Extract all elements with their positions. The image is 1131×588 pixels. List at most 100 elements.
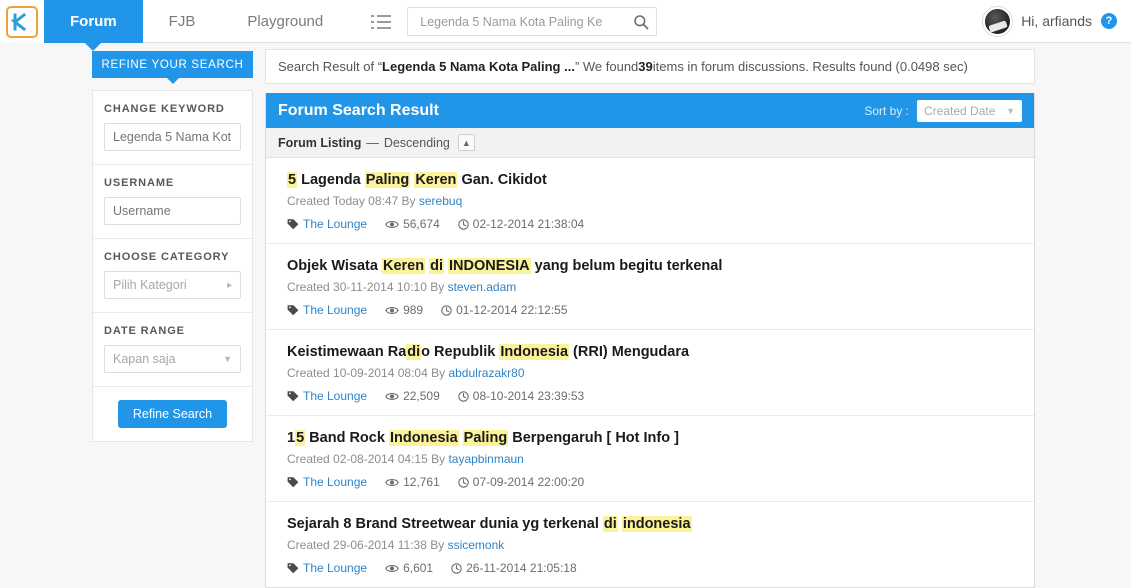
result-category-link[interactable]: The Lounge [303, 303, 367, 317]
user-greeting[interactable]: Hi, arfiands [1021, 13, 1092, 29]
result-meta-row: The Lounge 12,761 07-09-2014 22:00:20 [287, 475, 1022, 489]
refine-your-search-tab[interactable]: REFINE YOUR SEARCH [92, 51, 253, 84]
refine-sidebar: REFINE YOUR SEARCH CHANGE KEYWORD USERNA… [92, 51, 253, 442]
result-timestamp: 01-12-2014 22:12:55 [441, 303, 568, 317]
result-created-line: Created 10-09-2014 08:04 By abdulrazakr8… [287, 366, 1022, 380]
result-views: 12,761 [385, 475, 440, 489]
sort-by-label: Sort by : [864, 103, 909, 118]
result-category[interactable]: The Lounge [287, 475, 367, 489]
tag-icon [287, 218, 299, 230]
logo-box [6, 5, 38, 38]
result-category-link[interactable]: The Lounge [303, 217, 367, 231]
result-views: 6,601 [385, 561, 433, 575]
forum-listing-bar: Forum Listing — Descending ▲ [266, 128, 1034, 158]
site-logo[interactable] [0, 0, 44, 43]
chevron-up-icon[interactable]: ▲ [457, 134, 475, 151]
result-author-link[interactable]: abdulrazakr80 [448, 366, 524, 380]
result-category[interactable]: The Lounge [287, 303, 367, 317]
result-row[interactable]: Objek Wisata Keren di INDONESIA yang bel… [266, 244, 1034, 330]
choose-category-label: CHOOSE CATEGORY [104, 251, 230, 263]
username-label: USERNAME [104, 177, 175, 189]
result-timestamp: 02-12-2014 21:38:04 [458, 217, 584, 231]
result-views: 989 [385, 303, 423, 317]
nav-tab-forum[interactable]: Forum [44, 0, 143, 51]
tag-icon [287, 476, 299, 488]
refine-search-button[interactable]: Refine Search [117, 400, 228, 428]
highlighted-term: di [429, 258, 444, 274]
result-views-count: 989 [403, 303, 424, 317]
result-created-text: Created 29-06-2014 11:38 By [287, 538, 448, 552]
title-text: Keistimewaan Ra [287, 344, 407, 360]
title-text: Berpengaruh [ Hot Info ] [508, 430, 679, 446]
search-icon[interactable] [632, 13, 650, 31]
avatar[interactable] [983, 6, 1013, 36]
results-title: Forum Search Result [278, 101, 439, 119]
filter-group-date-range: DATE RANGE Kapan saja ▼ [93, 313, 252, 387]
result-category[interactable]: The Lounge [287, 561, 367, 575]
result-category[interactable]: The Lounge [287, 217, 367, 231]
title-text: Band Rock [305, 430, 389, 446]
category-list-icon[interactable] [371, 9, 397, 35]
result-views: 22,509 [385, 389, 440, 403]
choose-category-select[interactable]: Pilih Kategori ▸ [104, 271, 241, 299]
result-row[interactable]: Keistimewaan Radio Republik Indonesia (R… [266, 330, 1034, 416]
result-row[interactable]: Sejarah 8 Brand Streetwear dunia yg terk… [266, 502, 1034, 587]
header-search-box[interactable] [407, 7, 658, 36]
clock-icon [458, 390, 469, 402]
result-title[interactable]: 15 Band Rock Indonesia Paling Berpengaru… [287, 429, 1022, 447]
result-views: 56,674 [385, 217, 440, 231]
username-input[interactable] [104, 197, 241, 225]
clock-icon [441, 304, 452, 316]
date-range-select[interactable]: Kapan saja ▼ [104, 345, 241, 373]
results-header: Forum Search Result Sort by : Created Da… [266, 93, 1034, 128]
result-title[interactable]: 5 Lagenda Paling Keren Gan. Cikidot [287, 171, 1022, 189]
tag-icon [287, 562, 299, 574]
nav-tab-playground[interactable]: Playground [221, 0, 349, 43]
result-row[interactable]: 15 Band Rock Indonesia Paling Berpengaru… [266, 416, 1034, 502]
change-keyword-label: CHANGE KEYWORD [104, 103, 225, 115]
result-author-link[interactable]: steven.adam [448, 280, 517, 294]
highlighted-term: Paling [462, 430, 509, 446]
result-category[interactable]: The Lounge [287, 389, 367, 403]
top-navigation-bar: Forum FJB Playground Hi, arfiands ? [0, 0, 1131, 51]
forum-listing-label: Forum Listing [278, 135, 362, 150]
result-timestamp-value: 08-10-2014 23:39:53 [472, 389, 585, 403]
highlighted-term: Keren [414, 172, 458, 188]
result-author-link[interactable]: ssicemonk [448, 538, 505, 552]
result-meta-row: The Lounge 6,601 26-11-2014 21:05:18 [287, 561, 1022, 575]
result-timestamp-value: 01-12-2014 22:12:55 [456, 303, 568, 317]
result-title[interactable]: Sejarah 8 Brand Streetwear dunia yg terk… [287, 515, 1022, 533]
chevron-right-icon: ▸ [226, 279, 232, 291]
tag-icon [287, 304, 299, 316]
header-user-area: Hi, arfiands ? [983, 0, 1131, 42]
result-author-link[interactable]: tayapbinmaun [448, 452, 523, 466]
result-category-link[interactable]: The Lounge [303, 561, 367, 575]
search-input[interactable] [418, 13, 633, 30]
change-keyword-input[interactable] [104, 123, 241, 151]
result-created-line: Created 02-08-2014 04:15 By tayapbinmaun [287, 452, 1022, 466]
highlighted-term: INDONESIA [448, 258, 531, 274]
result-created-text: Created Today 08:47 By [287, 194, 419, 208]
summary-count: 39 [638, 59, 653, 74]
result-row[interactable]: 5 Lagenda Paling Keren Gan. Cikidot Creat… [266, 158, 1034, 244]
result-author-link[interactable]: serebuq [419, 194, 462, 208]
eye-icon [385, 477, 399, 488]
refine-tab-label: REFINE YOUR SEARCH [101, 58, 244, 71]
result-timestamp-value: 26-11-2014 21:05:18 [466, 561, 577, 575]
highlighted-term: Paling [364, 172, 411, 188]
header-search-area [371, 0, 658, 43]
nav-tab-fjb[interactable]: FJB [143, 0, 222, 43]
help-icon[interactable]: ? [1101, 13, 1117, 29]
result-title[interactable]: Keistimewaan Radio Republik Indonesia (R… [287, 343, 1022, 361]
eye-icon [385, 563, 399, 574]
result-created-text: Created 02-08-2014 04:15 By [287, 452, 449, 466]
sort-by-select[interactable]: Created Date ▼ [917, 99, 1022, 122]
result-created-line: Created Today 08:47 By serebuq [287, 194, 1022, 208]
refine-panel: CHANGE KEYWORD USERNAME CHOOSE CATEGORY … [92, 90, 253, 442]
nav-tab-playground-label: Playground [247, 13, 324, 30]
chevron-down-icon: ▼ [1006, 105, 1015, 116]
result-category-link[interactable]: The Lounge [303, 389, 367, 403]
result-title[interactable]: Objek Wisata Keren di INDONESIA yang bel… [287, 257, 1022, 275]
filter-group-change-keyword: CHANGE KEYWORD [93, 91, 252, 165]
result-category-link[interactable]: The Lounge [303, 475, 367, 489]
